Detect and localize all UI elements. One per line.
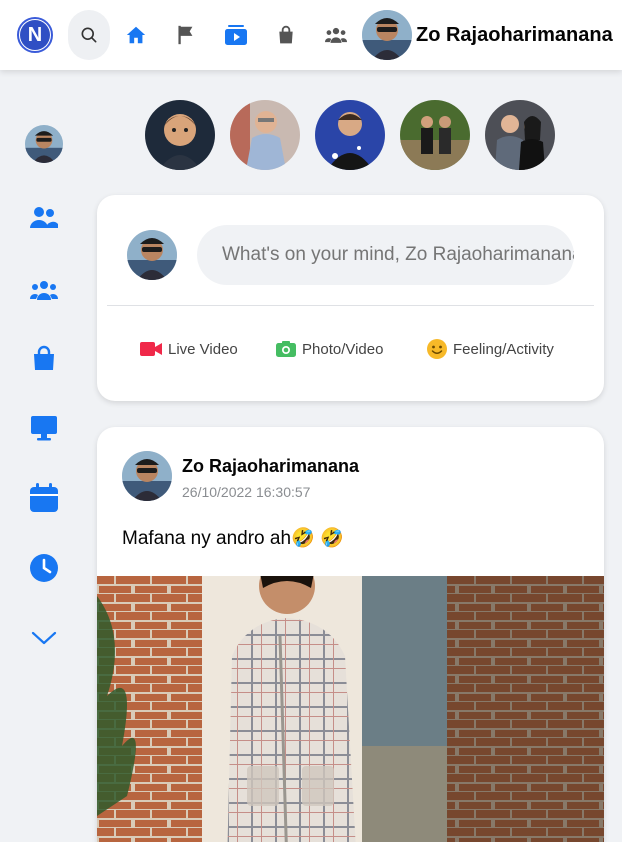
marketplace-icon — [34, 345, 54, 370]
search-button[interactable] — [68, 10, 110, 60]
sidebar-item-profile[interactable] — [20, 120, 68, 168]
home-icon — [126, 26, 146, 44]
friends-icon — [30, 207, 58, 228]
whats-on-your-mind-input[interactable] — [197, 225, 574, 285]
photo-video-button[interactable]: Photo/Video — [276, 338, 383, 360]
pages-nav[interactable] — [173, 22, 199, 48]
post-timestamp[interactable]: 26/10/2022 16:30:57 — [182, 484, 310, 500]
live-video-label: Live Video — [168, 340, 238, 358]
chevron-down-icon — [31, 631, 57, 645]
story-avatar[interactable] — [485, 100, 555, 170]
photo-icon — [276, 341, 296, 357]
sidebar-see-more[interactable] — [20, 614, 68, 662]
feeling-activity-button[interactable]: Feeling/Activity — [427, 338, 554, 360]
avatar[interactable] — [122, 451, 172, 501]
post-image[interactable] — [97, 576, 604, 842]
photo-video-label: Photo/Video — [302, 340, 384, 358]
marketplace-nav[interactable] — [273, 22, 299, 48]
watch-nav[interactable] — [223, 22, 249, 48]
sidebar-item-marketplace[interactable] — [20, 334, 68, 382]
marketplace-icon — [279, 25, 293, 44]
story-avatar[interactable] — [400, 100, 470, 170]
watch-icon — [31, 416, 57, 441]
story-avatar[interactable] — [230, 100, 300, 170]
logo-letter: N — [20, 20, 50, 50]
profile-chip[interactable]: Zo Rajaoharimanana — [362, 10, 613, 60]
story-avatar[interactable] — [145, 100, 215, 170]
feeling-activity-label: Feeling/Activity — [453, 340, 554, 358]
sidebar-item-memories[interactable] — [20, 544, 68, 592]
groups-icon — [30, 281, 58, 300]
memories-icon — [30, 554, 58, 582]
sidebar-item-watch[interactable] — [20, 404, 68, 452]
flag-icon — [178, 25, 193, 45]
live-video-icon — [140, 342, 162, 356]
groups-icon — [325, 27, 347, 43]
home-nav[interactable] — [123, 22, 149, 48]
avatar — [362, 10, 412, 60]
app-logo[interactable]: N — [17, 17, 53, 53]
feeling-icon — [427, 339, 447, 359]
video-icon — [225, 25, 247, 45]
story-avatar[interactable] — [315, 100, 385, 170]
avatar — [25, 125, 63, 163]
groups-nav[interactable] — [323, 22, 349, 48]
avatar — [127, 230, 177, 280]
sidebar-item-groups[interactable] — [20, 266, 68, 314]
post-composer: Live Video Photo/Video Feeling/Activity — [97, 195, 604, 401]
search-icon — [81, 27, 97, 43]
feed-post: Zo Rajaoharimanana 26/10/2022 16:30:57 M… — [97, 427, 604, 842]
top-navigation: N Zo Rajaoharimanana — [0, 0, 622, 70]
events-icon — [30, 483, 58, 512]
post-text: Mafana ny andro ah🤣 🤣 — [122, 528, 344, 549]
divider — [107, 305, 594, 306]
sidebar-item-friends[interactable] — [20, 194, 68, 242]
post-author[interactable]: Zo Rajaoharimanana — [182, 456, 359, 477]
live-video-button[interactable]: Live Video — [140, 338, 238, 360]
sidebar-item-events[interactable] — [20, 474, 68, 522]
profile-name: Zo Rajaoharimanana — [416, 23, 613, 46]
